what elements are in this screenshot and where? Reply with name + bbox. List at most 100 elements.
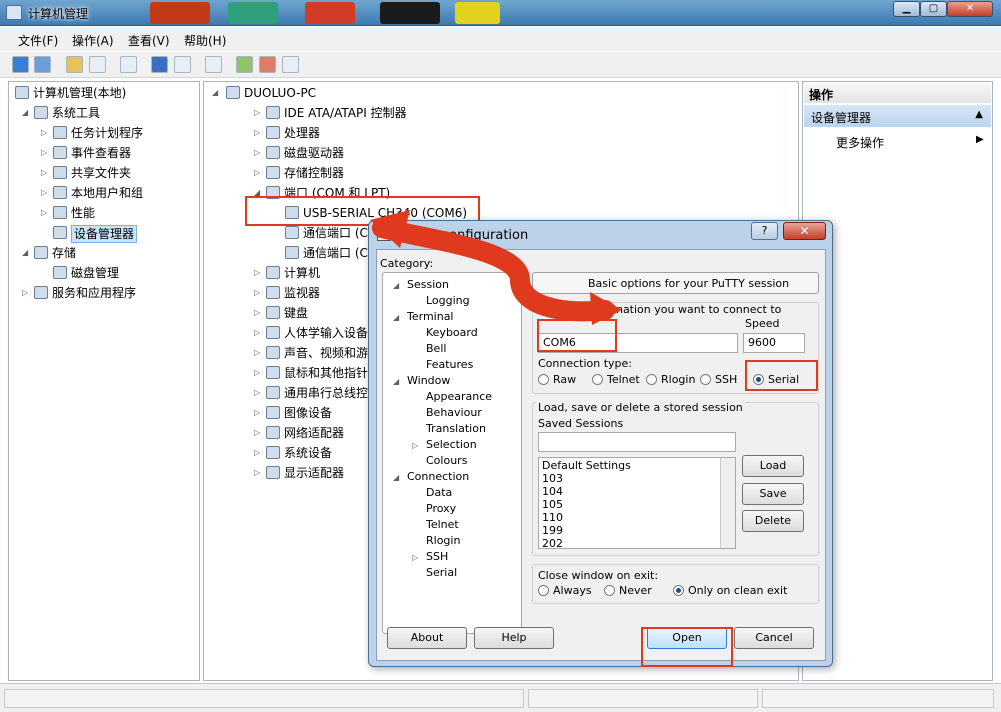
category-item[interactable]: Serial	[426, 566, 457, 580]
expand-arrow-icon[interactable]: ▷	[41, 148, 47, 157]
tree-item[interactable]: 系统工具	[52, 105, 100, 121]
delete-button[interactable]: Delete	[742, 510, 804, 532]
more-actions[interactable]: 更多操作 ▶	[836, 134, 986, 151]
tree-item[interactable]: 服务和应用程序	[52, 285, 136, 301]
speed-field[interactable]: 9600	[743, 333, 805, 353]
device-tree-item[interactable]: 显示适配器	[284, 465, 344, 481]
uninstall-icon[interactable]	[259, 56, 276, 73]
radio-telnet[interactable]: Telnet	[592, 373, 640, 386]
collapse-arrow-icon[interactable]: ◢	[22, 248, 28, 257]
device-tree-item[interactable]: 计算机	[284, 265, 320, 281]
expand-arrow-icon[interactable]: ▷	[254, 468, 260, 477]
expand-arrow-icon[interactable]: ▷	[412, 553, 418, 562]
radio-never[interactable]: Never	[604, 584, 652, 597]
device-tree-item[interactable]: 磁盘驱动器	[284, 145, 344, 161]
category-item[interactable]: Rlogin	[426, 534, 460, 548]
dialog-help-button[interactable]: ?	[751, 222, 778, 240]
list-item[interactable]: 202	[542, 537, 563, 550]
list-item[interactable]: 199	[542, 524, 563, 537]
expand-arrow-icon[interactable]: ▷	[41, 168, 47, 177]
expand-arrow-icon[interactable]: ▷	[254, 268, 260, 277]
list-item[interactable]: 105	[542, 498, 563, 511]
radio-ssh[interactable]: SSH	[700, 373, 737, 386]
list-item[interactable]: Default Settings	[542, 459, 631, 472]
collapse-arrow-icon[interactable]: ◢	[22, 108, 28, 117]
expand-arrow-icon[interactable]: ▷	[41, 188, 47, 197]
device-tree-item[interactable]: 人体学输入设备	[284, 325, 368, 341]
radio-only-clean-exit[interactable]: Only on clean exit	[673, 584, 787, 597]
category-item[interactable]: SSH	[426, 550, 448, 564]
list-item[interactable]: 103	[542, 472, 563, 485]
radio-raw[interactable]: Raw	[538, 373, 576, 386]
device-tree-root[interactable]: DUOLUO-PC	[244, 85, 316, 101]
expand-arrow-icon[interactable]: ▷	[254, 128, 260, 137]
list-item[interactable]: 110	[542, 511, 563, 524]
menu-file[interactable]: 文件(F)	[18, 32, 58, 49]
expand-arrow-icon[interactable]: ▷	[254, 288, 260, 297]
tree-item[interactable]: 计算机管理(本地)	[33, 85, 126, 101]
tree-item[interactable]: 共享文件夹	[71, 165, 131, 181]
menu-action[interactable]: 操作(A)	[72, 32, 114, 49]
tree-item[interactable]: 设备管理器	[71, 225, 138, 243]
tree-item[interactable]: 任务计划程序	[71, 125, 143, 141]
category-item[interactable]: Selection	[426, 438, 477, 452]
category-item[interactable]: Window	[407, 374, 450, 388]
menu-view[interactable]: 查看(V)	[128, 32, 170, 49]
category-item[interactable]: Proxy	[426, 502, 456, 516]
sessions-list[interactable]: Default Settings 103 104 105 110 199 202	[538, 457, 736, 550]
device-tree-item[interactable]: 网络适配器	[284, 425, 344, 441]
category-item[interactable]: Telnet	[426, 518, 459, 532]
expand-arrow-icon[interactable]: ▷	[41, 128, 47, 137]
expand-arrow-icon[interactable]: ▷	[254, 428, 260, 437]
load-button[interactable]: Load	[742, 455, 804, 477]
device-tree-item[interactable]: 处理器	[284, 125, 320, 141]
category-item[interactable]: Colours	[426, 454, 467, 468]
expand-arrow-icon[interactable]: ▷	[254, 388, 260, 397]
expand-arrow-icon[interactable]: ▷	[254, 328, 260, 337]
device-tree-item[interactable]: 存储控制器	[284, 165, 344, 181]
expand-arrow-icon[interactable]: ▷	[254, 148, 260, 157]
expand-arrow-icon[interactable]: ▷	[254, 368, 260, 377]
collapse-arrow-icon[interactable]: ◢	[393, 377, 399, 386]
expand-arrow-icon[interactable]: ▷	[254, 308, 260, 317]
tree-item[interactable]: 磁盘管理	[71, 265, 119, 281]
expand-arrow-icon[interactable]: ▷	[41, 208, 47, 217]
category-item[interactable]: Data	[426, 486, 452, 500]
cancel-button[interactable]: Cancel	[734, 627, 814, 649]
show-hide-tree-icon[interactable]	[89, 56, 106, 73]
expand-arrow-icon[interactable]: ▷	[412, 441, 418, 450]
update-driver-icon[interactable]	[236, 56, 253, 73]
show-action-pane-icon[interactable]	[174, 56, 191, 73]
save-button[interactable]: Save	[742, 483, 804, 505]
disable-device-icon[interactable]	[282, 56, 299, 73]
properties-icon[interactable]	[120, 56, 137, 73]
actions-device-manager[interactable]: 设备管理器 ▲	[804, 105, 991, 127]
list-item[interactable]: 104	[542, 485, 563, 498]
expand-arrow-icon[interactable]: ▷	[254, 108, 260, 117]
device-tree-item[interactable]: 键盘	[284, 305, 308, 321]
back-icon[interactable]	[12, 56, 29, 73]
device-tree-item[interactable]: 图像设备	[284, 405, 332, 421]
category-item[interactable]: Translation	[426, 422, 486, 436]
maximize-button[interactable]: ▢	[920, 1, 947, 17]
help-icon[interactable]	[151, 56, 168, 73]
collapse-arrow-icon[interactable]: ◢	[393, 473, 399, 482]
tree-item[interactable]: 性能	[71, 205, 95, 221]
saved-sessions-field[interactable]	[538, 432, 736, 452]
scan-hardware-icon[interactable]	[205, 56, 222, 73]
help-button[interactable]: Help	[474, 627, 554, 649]
device-tree-item[interactable]: IDE ATA/ATAPI 控制器	[284, 105, 407, 121]
expand-arrow-icon[interactable]: ▷	[254, 408, 260, 417]
scrollbar[interactable]	[720, 458, 735, 548]
category-item[interactable]: Features	[426, 358, 473, 372]
close-button[interactable]: ✕	[947, 1, 993, 17]
dialog-close-button[interactable]: ✕	[783, 222, 826, 240]
device-tree-item[interactable]: 系统设备	[284, 445, 332, 461]
tree-item[interactable]: 存储	[52, 245, 76, 261]
tree-item[interactable]: 本地用户和组	[71, 185, 143, 201]
category-item[interactable]: Behaviour	[426, 406, 482, 420]
about-button[interactable]: About	[387, 627, 467, 649]
collapse-arrow-icon[interactable]: ◢	[212, 88, 218, 97]
category-item[interactable]: Bell	[426, 342, 446, 356]
expand-arrow-icon[interactable]: ▷	[254, 348, 260, 357]
